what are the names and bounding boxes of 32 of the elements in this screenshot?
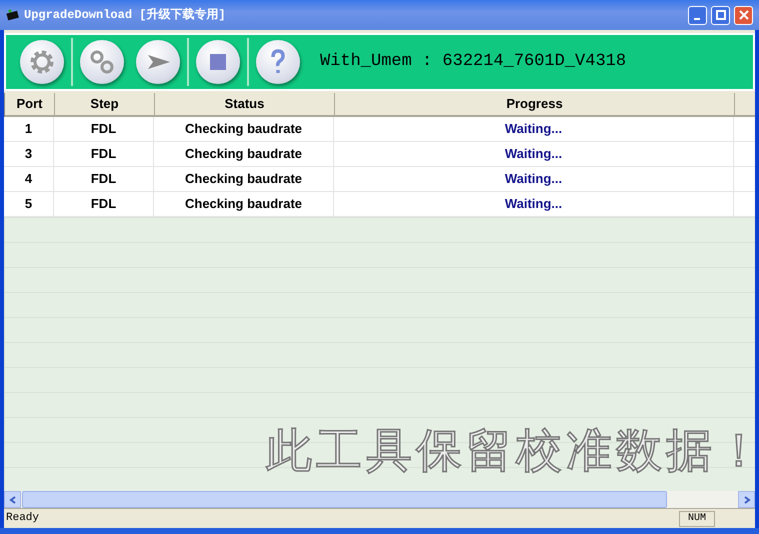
question-mark-icon	[271, 49, 285, 75]
window-title: UpgradeDownload [升级下载专用]	[24, 6, 227, 24]
gears-icon	[90, 50, 114, 74]
minimize-button[interactable]	[688, 6, 707, 24]
column-header[interactable]: Step	[55, 93, 155, 117]
stop-button[interactable]	[196, 40, 240, 84]
close-button[interactable]	[734, 6, 753, 24]
table-cell: FDL	[54, 192, 154, 217]
square-icon	[210, 54, 226, 70]
maximize-icon	[716, 10, 726, 20]
annotation-text: 此工具保留校准数据！	[266, 423, 755, 478]
scroll-left-icon[interactable]	[4, 491, 21, 508]
table-cell: Checking baudrate	[154, 192, 334, 217]
column-header[interactable]: Status	[155, 93, 335, 117]
column-header[interactable]: Port	[5, 93, 55, 117]
gear-icon	[30, 50, 54, 74]
maximize-button[interactable]	[711, 6, 730, 24]
close-icon	[738, 10, 748, 20]
status-text: Ready	[5, 511, 40, 526]
minimize-icon	[694, 18, 700, 20]
gear-button[interactable]	[20, 40, 64, 84]
scroll-right-icon[interactable]	[738, 491, 755, 508]
play-button[interactable]	[136, 40, 180, 84]
column-header[interactable]: Progress	[335, 93, 735, 117]
table-cell: Waiting...	[334, 192, 734, 217]
table-cell: 5	[4, 192, 54, 217]
help-button[interactable]	[256, 40, 300, 84]
arrow-icon	[148, 55, 170, 69]
app-icon	[6, 9, 20, 21]
version-label: With_Umem : 632214_7601D_V4318	[320, 51, 626, 74]
num-lock-indicator: NUM	[679, 510, 715, 526]
gears-button[interactable]	[80, 40, 124, 84]
